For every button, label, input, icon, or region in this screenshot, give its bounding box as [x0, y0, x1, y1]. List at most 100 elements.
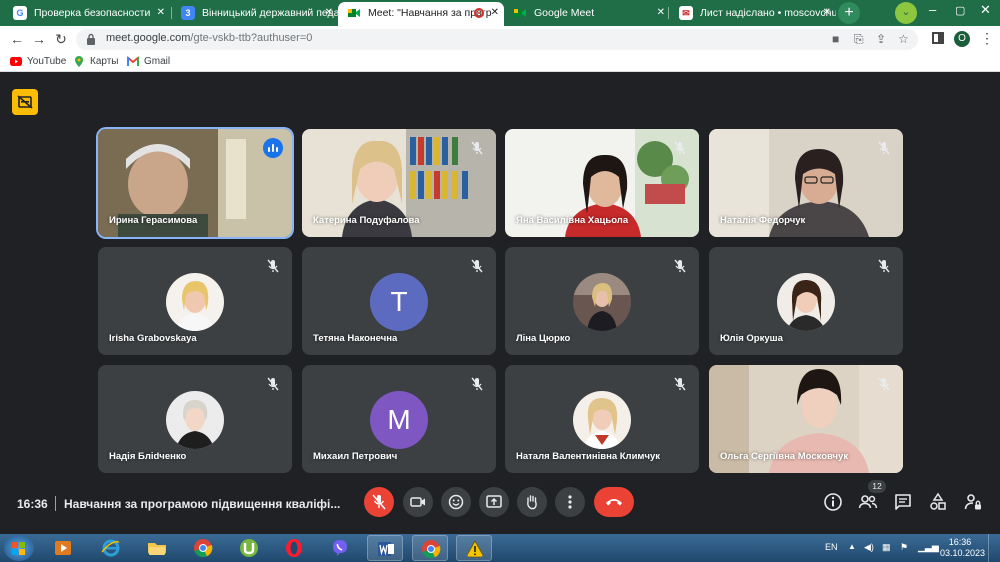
camera-in-use-icon[interactable]: ■ [832, 32, 839, 46]
close-tab-icon[interactable]: ✕ [823, 2, 831, 24]
chat-button[interactable] [893, 492, 913, 512]
browser-toolbar: ← → ↻ meet.google.com/gte-vskb-ttb?authu… [0, 26, 1000, 52]
reactions-button[interactable] [441, 487, 471, 517]
taskbar-warning-app[interactable] [456, 535, 492, 561]
google-g-icon: G [13, 6, 27, 20]
participant-name: Ирина Герасимова [109, 215, 198, 226]
mic-off-icon [267, 377, 279, 391]
people-button[interactable] [858, 492, 878, 512]
participant-name: Irisha Grabovskaya [109, 333, 197, 344]
taskbar-chrome[interactable] [185, 535, 221, 561]
more-options-button[interactable] [555, 487, 585, 517]
profile-avatar[interactable]: O [954, 31, 970, 47]
bookmark-youtube[interactable]: YouTube [10, 55, 66, 68]
close-tab-icon[interactable]: ✕ [491, 2, 499, 24]
translate-icon[interactable]: ⎘ [854, 32, 864, 47]
host-controls-button[interactable] [963, 492, 983, 512]
mic-off-icon [878, 377, 890, 391]
action-center-icon[interactable]: ⚑ [900, 542, 908, 553]
participant-name: Тетяна Наконечна [313, 333, 398, 344]
language-indicator[interactable]: EN [825, 542, 838, 552]
windows-logo-icon [12, 549, 18, 555]
bookmark-star-icon[interactable]: ☆ [898, 32, 909, 46]
activities-button[interactable] [928, 492, 948, 512]
bookmarks-bar: YouTube Карты Gmail [0, 52, 1000, 72]
participant-name: Ліна Цюрко [516, 333, 571, 344]
participant-name: Ольга Сергіївна Московчук [720, 451, 849, 462]
participant-tile[interactable]: Катерина Подуфалова [302, 129, 496, 237]
present-screen-icon [486, 495, 502, 508]
browser-tab[interactable]: Google Meet ✕ [504, 2, 670, 26]
side-panel-icon[interactable] [932, 32, 944, 44]
close-tab-icon[interactable]: ✕ [657, 2, 665, 24]
close-tab-icon[interactable]: ✕ [325, 2, 333, 24]
maximize-icon[interactable]: ▢ [955, 4, 965, 17]
show-desktop-button[interactable] [988, 534, 1000, 562]
participant-tile[interactable]: T Тетяна Наконечна [302, 247, 496, 355]
bookmark-label: Карты [90, 56, 119, 67]
mic-off-icon [674, 259, 686, 273]
mic-off-icon [674, 377, 686, 391]
signal-icon[interactable]: ▁▃▅ [918, 542, 939, 553]
camera-toggle-button[interactable] [403, 487, 433, 517]
address-bar[interactable]: meet.google.com/gte-vskb-ttb?authuser=0 … [76, 29, 918, 50]
participant-name: Катерина Подуфалова [313, 215, 420, 226]
share-icon[interactable]: ⇪ [876, 32, 886, 46]
leave-call-button[interactable] [594, 487, 634, 517]
url-text: meet.google.com/gte-vskb-ttb?authuser=0 [106, 32, 312, 44]
meeting-details-button[interactable] [823, 492, 843, 512]
close-window-icon[interactable]: ✕ [980, 2, 991, 18]
taskbar-file-explorer[interactable] [139, 535, 175, 561]
system-clock[interactable]: 16:36 03.10.2023 [940, 537, 985, 559]
forward-button[interactable]: → [30, 30, 48, 48]
participant-tile[interactable]: Яна Василівна Хацьола [505, 129, 699, 237]
taskbar-utorrent[interactable] [231, 535, 267, 561]
taskbar-chrome-active[interactable] [412, 535, 448, 561]
mic-off-icon [878, 259, 890, 273]
lock-icon[interactable] [86, 33, 96, 45]
close-tab-icon[interactable]: ✕ [157, 2, 165, 24]
participant-tile[interactable]: Наталя Валентинівна Климчук [505, 365, 699, 473]
taskbar-internet-explorer[interactable] [93, 535, 129, 561]
captions-off-button[interactable] [12, 89, 38, 115]
taskbar-word[interactable] [367, 535, 403, 561]
mic-off-icon [674, 141, 686, 155]
people-icon [858, 495, 878, 509]
participant-tile[interactable]: Наталія Федорчук [709, 129, 903, 237]
browser-tab[interactable]: 3 Вінницький державний педаг ✕ [172, 2, 338, 26]
taskbar-viber[interactable] [322, 535, 358, 561]
participant-tile[interactable]: Ліна Цюрко [505, 247, 699, 355]
microphone-toggle-button[interactable] [364, 487, 394, 517]
show-hidden-icons-icon[interactable]: ▲ [848, 542, 856, 551]
participant-tile[interactable]: Надія Бліdченко [98, 365, 292, 473]
volume-icon[interactable]: ◀) [864, 542, 874, 553]
network-icon[interactable]: ▦ [882, 542, 891, 553]
new-tab-button[interactable]: + [838, 2, 860, 24]
participant-tile[interactable]: M Михаил Петрович [302, 365, 496, 473]
meeting-clock: 16:36 [17, 497, 48, 511]
minimize-icon[interactable]: – [929, 2, 936, 17]
start-button[interactable] [4, 535, 34, 561]
browser-tab[interactable]: G Проверка безопасности ✕ [4, 2, 170, 26]
participant-tile[interactable]: Ирина Герасимова [98, 129, 292, 237]
participant-name: Наталя Валентинівна Климчук [516, 451, 660, 462]
reload-button[interactable]: ↻ [52, 30, 70, 48]
browser-menu-icon[interactable]: ⋮ [980, 30, 994, 47]
browser-tab-active[interactable]: Meet: "Навчання за прогр ✕ [338, 2, 504, 26]
bookmark-gmail[interactable]: Gmail [127, 55, 170, 68]
bookmark-maps[interactable]: Карты [73, 55, 119, 68]
taskbar-opera[interactable] [276, 535, 312, 561]
present-screen-button[interactable] [479, 487, 509, 517]
browser-tab[interactable]: ✉ Лист надіслано • moscovchuk ✕ [670, 2, 836, 26]
bookmark-label: YouTube [27, 56, 67, 67]
internet-explorer-icon [101, 539, 121, 557]
mail-icon: ✉ [679, 6, 693, 20]
tab-search-button[interactable]: ⌄ [895, 2, 917, 24]
taskbar-media-player[interactable] [45, 535, 81, 561]
participant-tile[interactable]: Irisha Grabovskaya [98, 247, 292, 355]
raise-hand-button[interactable] [517, 487, 547, 517]
participant-tile[interactable]: Ольга Сергіївна Московчук [709, 365, 903, 473]
back-button[interactable]: ← [8, 30, 26, 48]
participant-tile[interactable]: Юлія Оркуша [709, 247, 903, 355]
tab-title: Лист надіслано • moscovchuk [700, 7, 836, 19]
